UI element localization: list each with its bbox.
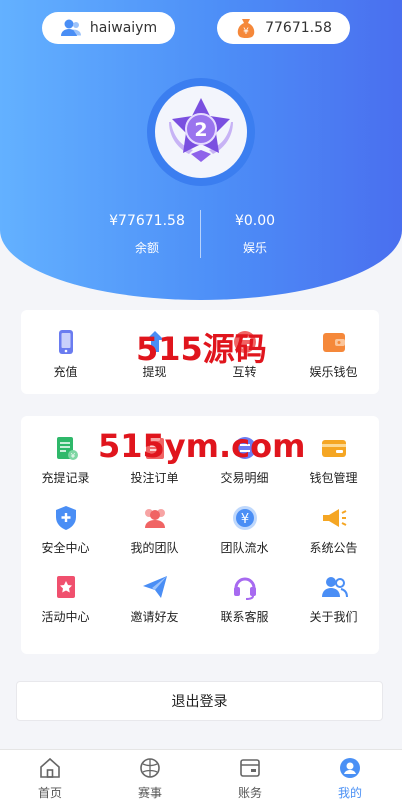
tab-events[interactable]: 赛事 [100, 756, 200, 800]
logout-button[interactable]: 退出登录 [16, 681, 383, 721]
entertainment-label: 娱乐 [242, 241, 267, 255]
megaphone-icon [322, 509, 346, 527]
balance-stat: ¥77671.58 余额 [87, 210, 207, 258]
deposit-withdraw-records-button[interactable]: ¥ 充提记录 [21, 434, 110, 486]
tab-mine[interactable]: 我的 [300, 756, 400, 800]
activity-center-button[interactable]: 活动中心 [21, 573, 110, 625]
balance-pill[interactable]: ¥ 77671.58 [217, 12, 350, 44]
tab-accounts[interactable]: 账务 [200, 756, 300, 800]
balance-value: ¥77671.58 [109, 213, 185, 229]
team-turnover-button[interactable]: ¥ 团队流水 [200, 504, 289, 556]
recharge-button[interactable]: 充值 [21, 328, 110, 380]
team-icon [144, 509, 165, 528]
wallet-icon [322, 333, 345, 352]
headset-icon [233, 577, 256, 600]
system-announcement-button[interactable]: 系统公告 [289, 504, 378, 556]
balance-text: 77671.58 [265, 20, 332, 36]
yen-icon: ¥ [232, 506, 257, 530]
star-medal-icon: 2 [169, 98, 233, 162]
svg-text:¥: ¥ [70, 452, 75, 460]
username-pill[interactable]: haiwaiym [42, 12, 175, 44]
contact-support-button[interactable]: 联系客服 [200, 573, 289, 625]
user-icon [60, 17, 82, 39]
svg-text:¥: ¥ [243, 27, 249, 37]
ledger-icon [240, 759, 260, 777]
record-icon: ¥ [56, 437, 78, 460]
profile-header: haiwaiym ¥ 77671.58 2 ¥77671.58 余额 ¥0.00 [0, 0, 402, 300]
medal-level-text: 2 [194, 119, 207, 141]
shield-icon [55, 506, 76, 530]
watermark-text-middle: 515ym.com [98, 427, 306, 465]
account-stats: ¥77671.58 余额 ¥0.00 娱乐 [0, 210, 402, 260]
entertainment-stat: ¥0.00 娱乐 [195, 210, 315, 258]
level-medal: 2 [147, 78, 255, 186]
users-icon [321, 577, 348, 598]
balance-label: 余额 [134, 241, 159, 255]
bottom-tab-bar: 首页 赛事 账务 我的 [0, 749, 402, 801]
money-bag-icon: ¥ [235, 17, 257, 39]
card-icon [321, 440, 346, 457]
username-text: haiwaiym [89, 20, 158, 36]
entertainment-wallet-button[interactable]: 娱乐钱包 [289, 328, 378, 380]
security-center-button[interactable]: 安全中心 [21, 504, 110, 556]
watermark-text-top: 515源码 [136, 330, 267, 368]
paper-plane-icon [142, 576, 167, 598]
svg-text:¥: ¥ [240, 512, 248, 527]
profile-icon [340, 758, 360, 778]
invite-friends-button[interactable]: 邀请好友 [110, 573, 199, 625]
ball-icon [140, 758, 160, 778]
about-us-button[interactable]: 关于我们 [289, 573, 378, 625]
entertainment-value: ¥0.00 [234, 213, 276, 229]
tab-home[interactable]: 首页 [0, 756, 100, 800]
my-team-button[interactable]: 我的团队 [110, 504, 199, 556]
home-icon [40, 757, 60, 778]
ribbon-icon [56, 576, 75, 598]
phone-icon [58, 330, 73, 354]
